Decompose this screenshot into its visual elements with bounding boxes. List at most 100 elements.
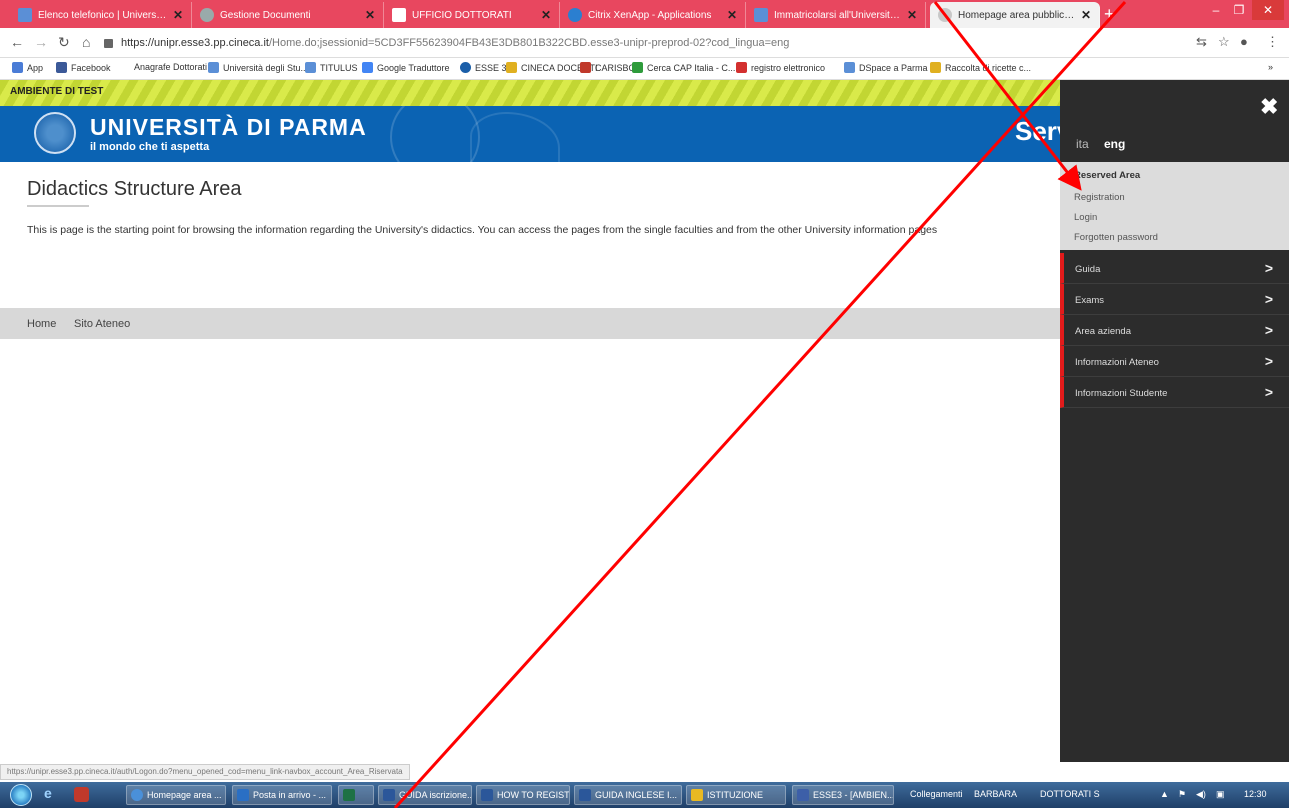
menu-item-informazioni-ateneo[interactable]: Informazioni Ateneo >: [1060, 346, 1289, 377]
status-bar-url: https://unipr.esse3.pp.cineca.it/auth/Lo…: [0, 764, 410, 780]
login-link[interactable]: Login: [1074, 212, 1097, 223]
browser-tab[interactable]: Gestione Documenti ✕: [192, 2, 384, 28]
taskbar-button[interactable]: GUIDA iscrizione...: [378, 785, 472, 805]
url-domain: https://unipr.esse3.pp.cineca.it: [121, 37, 269, 49]
close-tab-icon[interactable]: ✕: [173, 8, 183, 22]
close-tab-icon[interactable]: ✕: [907, 8, 917, 22]
close-tab-icon[interactable]: ✕: [1081, 8, 1091, 22]
tab-title: Homepage area pubblica, Univer: [958, 9, 1075, 21]
tray-flag-icon[interactable]: ⚑: [1178, 789, 1186, 800]
taskbar-drive-label[interactable]: BARBARA: [974, 789, 1017, 799]
taskbar-button[interactable]: ESSE3 - [AMBIEN...: [792, 785, 894, 805]
home-icon[interactable]: ⌂: [82, 34, 90, 50]
tab-title: Immatricolarsi all'Università di Pa: [774, 9, 901, 21]
network-icon[interactable]: ▣: [1216, 789, 1225, 800]
browser-tab[interactable]: UFFICIO DOTTORATI ✕: [384, 2, 560, 28]
taskbar-button[interactable]: Posta in arrivo - ...: [232, 785, 332, 805]
registration-link[interactable]: Registration: [1074, 192, 1125, 203]
translate-icon[interactable]: ⇆: [1196, 34, 1207, 50]
close-tab-icon[interactable]: ✕: [365, 8, 375, 22]
url-field[interactable]: https://unipr.esse3.pp.cineca.it /Home.d…: [104, 32, 1204, 54]
home-link[interactable]: Home: [27, 318, 56, 330]
close-tab-icon[interactable]: ✕: [541, 8, 551, 22]
side-menu-list: Guida > Exams > Area azienda > Informazi…: [1060, 253, 1289, 408]
taskbar-button[interactable]: [338, 785, 374, 805]
bookmark-item[interactable]: Cerca CAP Italia - C...: [632, 62, 735, 73]
bookmark-item[interactable]: Università degli Stu...: [208, 62, 308, 73]
browser-tab-active[interactable]: Homepage area pubblica, Univer ✕: [930, 2, 1100, 28]
taskbar-button[interactable]: GUIDA INGLESE I...: [574, 785, 682, 805]
taskbar-button[interactable]: Homepage area ...: [126, 785, 226, 805]
taskbar-clock[interactable]: 12:30: [1244, 789, 1267, 799]
bookmarks-bar: App Facebook Anagrafe Dottorati Universi…: [0, 58, 1289, 80]
forgotten-password-link[interactable]: Forgotten password: [1074, 232, 1158, 243]
taskbar-button[interactable]: HOW TO REGIST...: [476, 785, 570, 805]
browser-tab[interactable]: Elenco telefonico | Università deg ✕: [10, 2, 192, 28]
menu-item-area-azienda[interactable]: Area azienda >: [1060, 315, 1289, 346]
reserved-area-title: Reserved Area: [1074, 170, 1141, 181]
page-favicon-icon: [938, 8, 952, 22]
address-bar-row: ← → ↻ ⌂ https://unipr.esse3.pp.cineca.it…: [0, 28, 1289, 58]
folder-icon: [691, 789, 703, 801]
sito-ateneo-link[interactable]: Sito Ateneo: [74, 318, 130, 330]
citrix-favicon-icon: [568, 8, 582, 22]
tab-title: Citrix XenApp - Applications: [588, 9, 712, 21]
volume-icon[interactable]: ◀): [1196, 789, 1206, 800]
bookmarks-overflow-icon[interactable]: »: [1268, 62, 1273, 72]
start-button-icon[interactable]: [10, 784, 32, 806]
language-switcher: ita eng: [1060, 124, 1289, 162]
word-icon: [481, 789, 493, 801]
header-decoration: [390, 106, 480, 162]
bookmark-item[interactable]: DSpace a Parma: [844, 62, 928, 73]
acrobat-icon[interactable]: [74, 787, 89, 802]
close-tab-icon[interactable]: ✕: [727, 8, 737, 22]
university-name[interactable]: UNIVERSITÀ DI PARMA: [90, 114, 367, 141]
forward-icon[interactable]: →: [34, 34, 48, 50]
menu-item-guida[interactable]: Guida >: [1060, 253, 1289, 284]
test-banner-label: AMBIENTE DI TEST: [10, 86, 104, 97]
minimize-icon[interactable]: –: [1204, 0, 1228, 20]
menu-item-label: Guida: [1075, 264, 1101, 275]
profile-icon[interactable]: ●: [1240, 34, 1248, 49]
bookmark-star-icon[interactable]: ☆: [1218, 34, 1230, 50]
intro-text: This is page is the starting point for b…: [27, 224, 938, 236]
taskbar-drive-label[interactable]: DOTTORATI S: [1040, 789, 1100, 799]
tray-up-arrow-icon[interactable]: ▲: [1160, 789, 1169, 799]
menu-item-exams[interactable]: Exams >: [1060, 284, 1289, 315]
menu-item-label: Exams: [1075, 295, 1105, 306]
bookmark-apps[interactable]: App: [12, 62, 43, 73]
bookmark-facebook[interactable]: Facebook: [56, 62, 111, 73]
ie-icon[interactable]: e: [44, 785, 59, 801]
bookmark-item[interactable]: CARISBO: [580, 62, 636, 73]
back-icon[interactable]: ←: [10, 34, 24, 50]
university-header: UNIVERSITÀ DI PARMA il mondo che ti aspe…: [0, 106, 1060, 162]
close-window-icon[interactable]: ✕: [1252, 0, 1284, 20]
taskbar-button[interactable]: ISTITUZIONE: [686, 785, 786, 805]
lang-eng-link[interactable]: eng: [1104, 137, 1125, 151]
browser-tab[interactable]: Citrix XenApp - Applications ✕: [560, 2, 746, 28]
lang-ita-link[interactable]: ita: [1076, 137, 1089, 151]
recipe-icon: [930, 62, 941, 73]
menu-kebab-icon[interactable]: ⋮: [1266, 34, 1279, 50]
reserved-area-box: Reserved Area Registration Login Forgott…: [1060, 162, 1289, 250]
windows-taskbar: e Homepage area ... Posta in arrivo - ..…: [0, 782, 1289, 808]
bookmark-item[interactable]: ESSE 3: [460, 62, 507, 73]
browser-tab[interactable]: Immatricolarsi all'Università di Pa ✕: [746, 2, 926, 28]
header-services-text: Serv: [1015, 116, 1060, 146]
taskbar-links-label[interactable]: Collegamenti: [910, 789, 963, 799]
bookmark-item[interactable]: Raccolta di ricette c...: [930, 62, 1031, 73]
bookmark-item[interactable]: registro elettronico: [736, 62, 825, 73]
close-menu-icon[interactable]: ✖: [1260, 94, 1278, 120]
bookmark-item[interactable]: Google Traduttore: [362, 62, 450, 73]
university-seal-logo[interactable]: [34, 112, 76, 154]
chevron-right-icon: >: [1264, 260, 1273, 276]
url-path: /Home.do;jsessionid=5CD3FF55623904FB43E3…: [268, 37, 790, 49]
bookmark-item[interactable]: Anagrafe Dottorati: [134, 62, 207, 72]
menu-item-informazioni-studente[interactable]: Informazioni Studente >: [1060, 377, 1289, 408]
bookmark-item[interactable]: TITULUS: [305, 62, 358, 73]
reload-icon[interactable]: ↻: [58, 34, 70, 51]
registro-icon: [736, 62, 747, 73]
new-tab-icon[interactable]: +: [1104, 4, 1115, 25]
tab-title: Elenco telefonico | Università deg: [38, 9, 167, 21]
maximize-icon[interactable]: ❐: [1228, 0, 1250, 20]
